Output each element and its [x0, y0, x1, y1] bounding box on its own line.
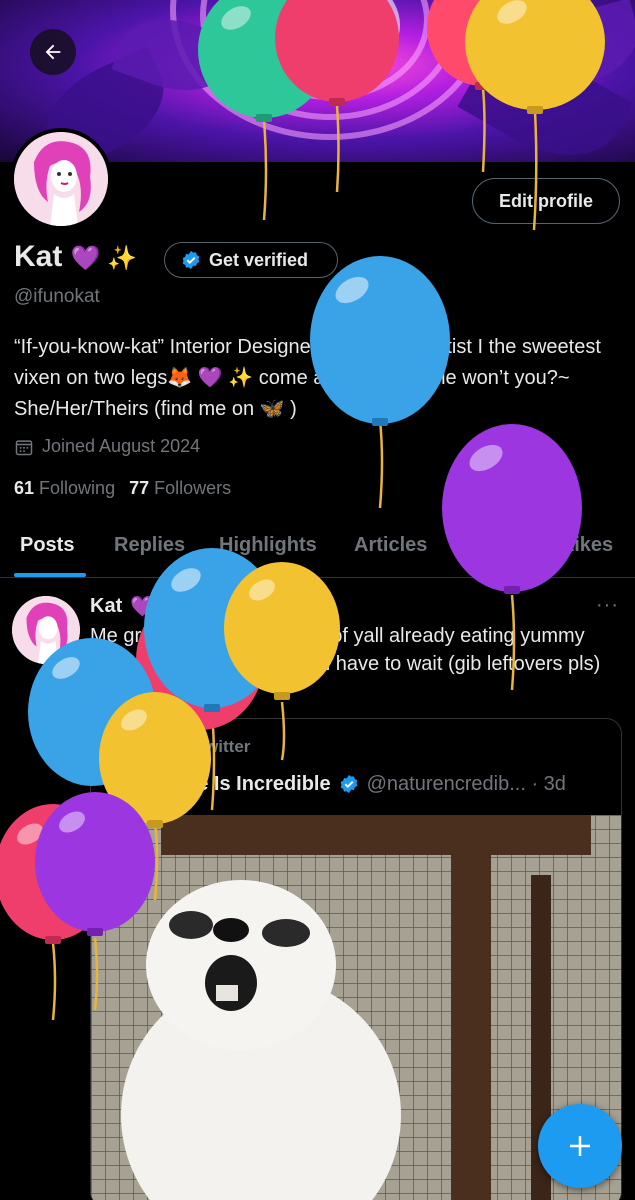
tab-articles[interactable]: Articles: [354, 534, 427, 557]
tab-likes[interactable]: Likes: [562, 534, 613, 557]
following-label: Following: [39, 478, 116, 498]
profile-name: Kat: [14, 240, 63, 273]
joined-date-row: Joined August 2024: [14, 436, 200, 457]
quote-handle-time: @naturencredib... · 3d: [366, 772, 566, 795]
follow-counts: 61 Following 77 Followers: [14, 478, 231, 499]
post-author-name[interactable]: Kat: [90, 595, 122, 618]
get-verified-button[interactable]: Get verified: [164, 242, 338, 278]
post-text: Me grumpy because some of yall already e…: [90, 625, 601, 703]
profile-banner[interactable]: [0, 0, 635, 162]
post-author-avatar[interactable]: [12, 596, 80, 664]
get-verified-label: Get verified: [209, 249, 309, 270]
quote-author-name: Nature Is Incredible: [145, 772, 331, 795]
tab-highlights[interactable]: Highlights: [219, 534, 317, 557]
post-handle-time: @ifunokat · 3d: [163, 595, 294, 617]
verified-badge-icon: [340, 774, 357, 794]
profile-handle: @ifunokat: [14, 286, 100, 307]
calendar-icon: [15, 439, 33, 455]
quote-header: Nature Is Incredible @naturencredib... ·…: [111, 771, 566, 797]
search-button[interactable]: [558, 29, 604, 75]
tab-posts[interactable]: Posts: [20, 534, 74, 557]
profile-name-emoji: 💜 ✨: [70, 245, 138, 272]
followers-label: Followers: [154, 478, 232, 498]
quote-community-name: Fox Twitter: [161, 737, 251, 756]
followers-count: 77: [129, 478, 150, 498]
post-header: Kat 💜 @ifunokat · 3d: [90, 594, 294, 619]
back-button[interactable]: [30, 29, 76, 75]
tab-media[interactable]: Media: [464, 534, 521, 557]
quote-author-avatar: [111, 771, 137, 797]
following-count: 61: [14, 478, 35, 498]
profile-bio: “If-you-know-kat” Interior Designer I Ar…: [14, 336, 601, 420]
profile-avatar[interactable]: [10, 128, 112, 230]
avatar-illustration: [14, 132, 108, 226]
quote-community-row: Fox Twitter: [137, 737, 250, 757]
edit-profile-button[interactable]: Edit profile: [472, 178, 620, 224]
more-options-button[interactable]: ···: [596, 594, 619, 617]
tab-replies[interactable]: Replies: [114, 534, 185, 557]
following-link[interactable]: 61 Following: [14, 478, 115, 499]
joined-date: Joined August 2024: [42, 436, 201, 456]
followers-link[interactable]: 77 Followers: [129, 478, 231, 499]
active-tab-indicator: [14, 573, 86, 577]
profile-tabs: Posts Replies Highlights Articles Media …: [0, 518, 635, 578]
compose-fab[interactable]: [538, 1104, 622, 1188]
post-item[interactable]: Kat 💜 @ifunokat · 3d ··· Me grumpy becau…: [0, 580, 635, 1200]
profile-name-row: Kat 💜 ✨: [14, 240, 137, 274]
search-icon: [572, 43, 590, 61]
community-icon: [138, 740, 154, 752]
arrow-left-icon: [45, 44, 61, 60]
verified-badge-icon: [182, 250, 200, 270]
avatar-illustration: [12, 596, 80, 664]
post-author-emoji: 💜: [130, 596, 156, 618]
plus-icon: [570, 1136, 590, 1156]
